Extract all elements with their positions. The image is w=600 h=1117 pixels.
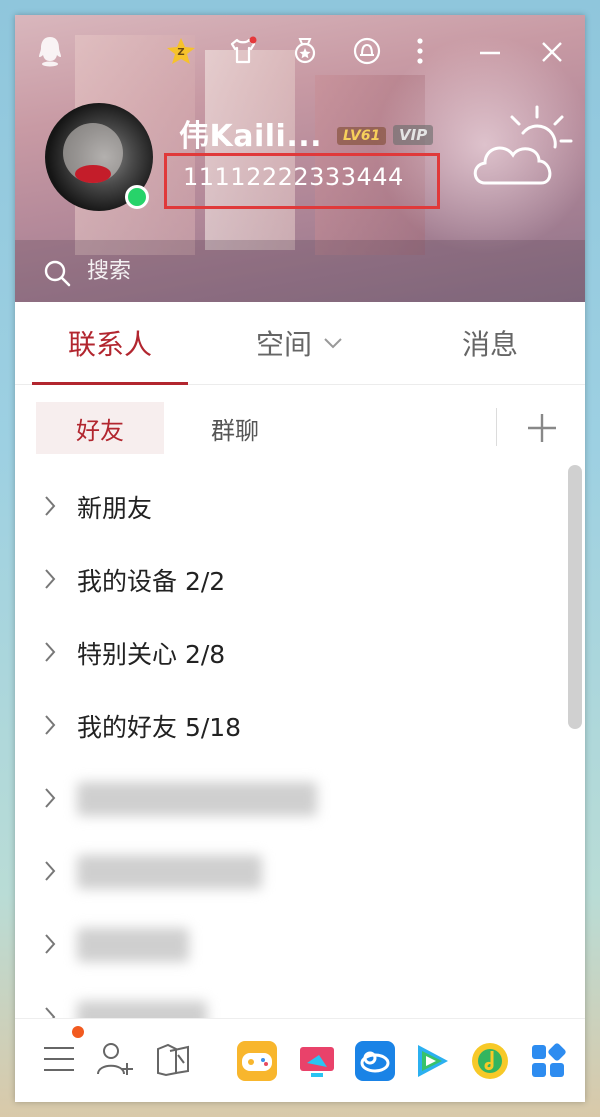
super-member-star-icon[interactable]: Z — [165, 35, 197, 67]
tab-contacts-label: 联系人 — [67, 328, 152, 361]
group-blurred[interactable] — [15, 762, 565, 835]
group-label: 我的设备 2/2 — [77, 566, 226, 596]
bottom-toolbar — [15, 1018, 585, 1102]
group-new-friends[interactable]: 新朋友 — [15, 470, 565, 543]
group-label: 特别关心 2/8 — [77, 639, 226, 669]
vip-badge[interactable]: VIP — [393, 125, 434, 145]
qq-main-window: Z 伟Kaili... LV61 VIP 11112222333444 搜索 联… — [15, 15, 585, 1102]
qzone-bell-icon[interactable] — [351, 35, 383, 67]
header-toolbar: Z — [165, 33, 447, 69]
menu-icon[interactable] — [37, 1037, 81, 1081]
chevron-right-icon — [45, 788, 56, 808]
online-status-dot[interactable] — [125, 185, 149, 209]
group-special-care[interactable]: 特别关心 2/8 — [15, 616, 565, 689]
tab-messages-label: 消息 — [461, 328, 518, 361]
chevron-right-icon — [45, 1007, 56, 1018]
chevron-down-icon — [324, 338, 342, 349]
subtab-friends-label: 好友 — [76, 416, 124, 445]
add-friend-icon[interactable] — [93, 1037, 137, 1081]
list-scrollbar[interactable] — [568, 465, 582, 729]
profile-header: Z 伟Kaili... LV61 VIP 11112222333444 搜索 — [15, 15, 585, 302]
tencent-video-icon[interactable] — [412, 1041, 452, 1081]
group-my-friends[interactable]: 我的好友 5/18 — [15, 689, 565, 762]
friend-group-list: 新朋友 我的设备 2/2 特别关心 2/8 我的好友 5/18 — [15, 470, 585, 1018]
group-blurred[interactable] — [15, 981, 565, 1018]
tab-qzone-label: 空间 — [255, 328, 312, 361]
blurred-group-label — [77, 927, 189, 962]
group-my-devices[interactable]: 我的设备 2/2 — [15, 543, 565, 616]
subtab-groups[interactable]: 群聊 — [175, 402, 295, 454]
game-center-icon[interactable] — [237, 1041, 277, 1081]
search-icon — [44, 260, 71, 287]
chevron-right-icon — [45, 496, 56, 516]
medal-icon[interactable] — [289, 35, 321, 67]
outfit-shirt-icon[interactable] — [227, 35, 259, 67]
chevron-right-icon — [45, 861, 56, 881]
level-badge[interactable]: LV61 — [337, 127, 387, 145]
app-store-icon[interactable] — [528, 1041, 568, 1081]
weiyun-icon[interactable] — [355, 1041, 395, 1081]
blurred-group-label — [77, 781, 317, 816]
close-icon[interactable] — [537, 37, 567, 67]
search-input[interactable] — [85, 251, 389, 291]
divider — [496, 408, 497, 446]
qq-music-icon[interactable] — [470, 1041, 510, 1081]
minimize-icon[interactable] — [475, 37, 505, 67]
cloudy-sun-icon[interactable] — [467, 103, 577, 197]
main-tabs: 联系人 空间 消息 — [15, 302, 585, 385]
blurred-group-label — [77, 1000, 207, 1018]
subtab-friends[interactable]: 好友 — [36, 402, 164, 454]
account-id: 11112222333444 — [183, 163, 404, 191]
tencent-classroom-icon[interactable] — [297, 1041, 337, 1081]
group-label: 我的好友 5/18 — [77, 712, 242, 742]
group-blurred[interactable] — [15, 908, 565, 981]
chevron-right-icon — [45, 934, 56, 954]
tab-qzone[interactable]: 空间 — [215, 302, 385, 384]
tab-messages[interactable]: 消息 — [415, 302, 565, 384]
chevron-right-icon — [45, 642, 56, 662]
svg-text:Z: Z — [177, 47, 184, 58]
group-label: 新朋友 — [77, 493, 153, 523]
notification-dot — [72, 1026, 84, 1038]
nickname[interactable]: 伟Kaili... — [179, 111, 322, 155]
files-icon[interactable] — [151, 1037, 195, 1081]
qq-ghost-icon[interactable] — [37, 35, 63, 67]
add-icon[interactable] — [525, 411, 559, 445]
more-vertical-icon[interactable] — [413, 35, 427, 67]
chevron-right-icon — [45, 569, 56, 589]
sub-tabs: 好友 群聊 — [15, 384, 585, 464]
group-blurred[interactable] — [15, 835, 565, 908]
blurred-group-label — [77, 854, 262, 889]
tab-contacts[interactable]: 联系人 — [32, 302, 188, 384]
chevron-right-icon — [45, 715, 56, 735]
subtab-groups-label: 群聊 — [211, 416, 259, 445]
